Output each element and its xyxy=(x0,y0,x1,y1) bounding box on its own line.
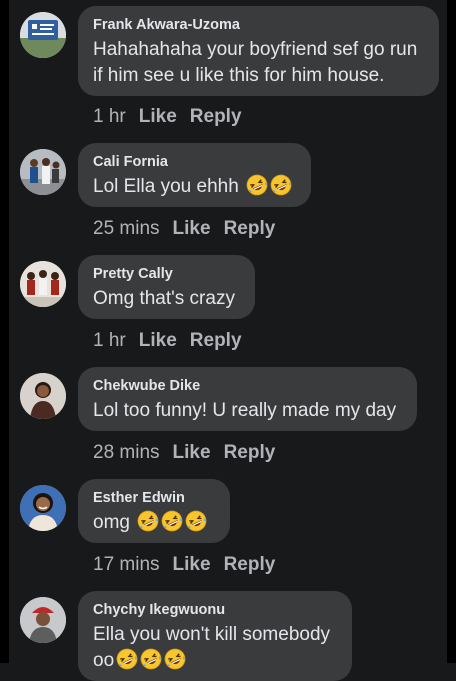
comment-item: Frank Akwara-Uzoma Hahahahaha your boyfr… xyxy=(9,6,447,127)
comment-bubble: Esther Edwin omg xyxy=(78,479,230,543)
comment-text-line: if him see u like this for him house. xyxy=(93,65,385,86)
comment-bubble: Cali Fornia Lol Ella you ehhh xyxy=(78,143,311,207)
rofl-emoji-icon xyxy=(161,510,183,532)
comment-actions: 17 mins Like Reply xyxy=(93,553,288,577)
reply-button[interactable]: Reply xyxy=(190,106,242,127)
comment-author[interactable]: Frank Akwara-Uzoma xyxy=(93,16,425,34)
comment-text: Ella you won't kill somebody oo xyxy=(93,622,338,674)
rofl-emoji-icon xyxy=(246,174,268,196)
comment-time[interactable]: 25 mins xyxy=(93,218,160,239)
comment-time[interactable]: 28 mins xyxy=(93,442,160,463)
comment-item: Chychy Ikegwuonu Ella you won't kill som… xyxy=(9,591,447,681)
comment-item: Pretty Cally Omg that's crazy 1 hr Like Re… xyxy=(9,255,447,367)
comment-text: omg xyxy=(93,510,216,536)
building-sign-avatar[interactable] xyxy=(20,12,66,58)
comment-author[interactable]: Chekwube Dike xyxy=(93,377,403,395)
emoji-group xyxy=(114,648,186,671)
comment-actions: 1 hr Like Reply xyxy=(93,105,255,129)
comment-author[interactable]: Cali Fornia xyxy=(93,153,297,171)
emoji-group xyxy=(244,174,292,197)
comment-author[interactable]: Esther Edwin xyxy=(93,489,216,507)
comment-bubble: Chychy Ikegwuonu Ella you won't kill som… xyxy=(78,591,352,681)
comment-actions: 1 hr Like Reply xyxy=(93,329,255,353)
comment-bubble: Chekwube Dike Lol too funny! U really ma… xyxy=(78,367,417,431)
reply-button[interactable]: Reply xyxy=(224,442,276,463)
like-button[interactable]: Like xyxy=(173,442,211,463)
comment-time[interactable]: 1 hr xyxy=(93,330,126,351)
comment-text: Lol too funny! U really made my day xyxy=(93,398,403,424)
comment-item: Chekwube Dike Lol too funny! U really ma… xyxy=(9,367,447,479)
comment-text-line: Lol Ella you ehhh xyxy=(93,176,239,197)
rofl-emoji-icon xyxy=(116,648,138,670)
comment-item: Esther Edwin omg 17 mins Like Reply xyxy=(9,479,447,591)
woman-portrait-avatar[interactable] xyxy=(20,373,66,419)
like-button[interactable]: Like xyxy=(173,218,211,239)
like-button[interactable]: Like xyxy=(173,554,211,575)
comment-text-line: Lol too funny! U really made my day xyxy=(93,400,397,421)
rofl-emoji-icon xyxy=(185,510,207,532)
screen-frame-right xyxy=(447,0,456,663)
comment-text: Hahahahaha your boyfriend sef go run if … xyxy=(93,37,425,89)
comment-bubble: Pretty Cally Omg that's crazy xyxy=(78,255,255,319)
like-button[interactable]: Like xyxy=(139,330,177,351)
emoji-group xyxy=(135,510,207,533)
comment-text-line: Omg that's crazy xyxy=(93,288,235,309)
comment-author[interactable]: Pretty Cally xyxy=(93,265,241,283)
comment-text-line: Hahahahaha your boyfriend sef go run xyxy=(93,39,418,60)
rofl-emoji-icon xyxy=(164,648,186,670)
rofl-emoji-icon xyxy=(270,174,292,196)
comment-time[interactable]: 1 hr xyxy=(93,106,126,127)
screen-frame-left xyxy=(0,0,9,663)
like-button[interactable]: Like xyxy=(139,106,177,127)
reply-button[interactable]: Reply xyxy=(224,554,276,575)
comment-actions: 28 mins Like Reply xyxy=(93,441,288,465)
rofl-emoji-icon xyxy=(137,510,159,532)
comment-bubble: Frank Akwara-Uzoma Hahahahaha your boyfr… xyxy=(78,6,439,96)
comment-actions: 25 mins Like Reply xyxy=(93,217,288,241)
comment-author[interactable]: Chychy Ikegwuonu xyxy=(93,601,338,619)
comment-item: Cali Fornia Lol Ella you ehhh 25 mins Lik… xyxy=(9,143,447,255)
group-photo-avatar[interactable] xyxy=(20,149,66,195)
dancers-avatar[interactable] xyxy=(20,261,66,307)
smiling-woman-avatar[interactable] xyxy=(20,485,66,531)
comment-text-line: Ella you won't kill somebody xyxy=(93,624,331,645)
red-hat-avatar[interactable] xyxy=(20,597,66,643)
comment-text: Lol Ella you ehhh xyxy=(93,174,297,200)
comment-text-line: omg xyxy=(93,512,130,533)
reply-button[interactable]: Reply xyxy=(190,330,242,351)
reply-button[interactable]: Reply xyxy=(224,218,276,239)
rofl-emoji-icon xyxy=(140,648,162,670)
comment-text: Omg that's crazy xyxy=(93,286,241,312)
comment-time[interactable]: 17 mins xyxy=(93,554,160,575)
comment-text-line: oo xyxy=(93,650,115,671)
